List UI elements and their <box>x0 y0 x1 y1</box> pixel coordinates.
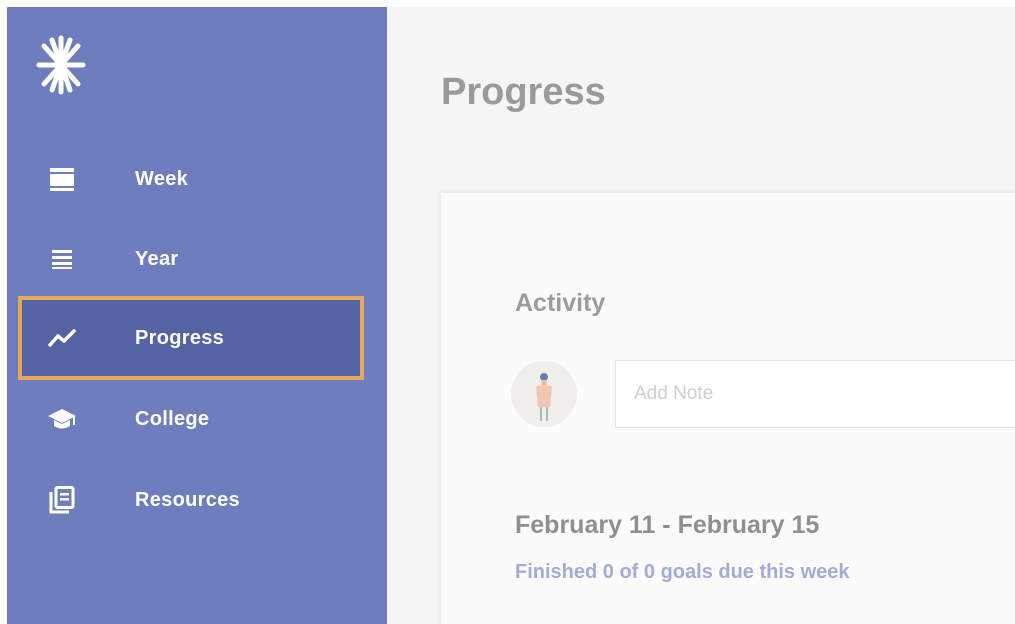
week-icon <box>47 164 77 194</box>
sidebar-item-year[interactable]: Year <box>7 219 387 299</box>
sidebar-item-label: Progress <box>135 326 225 349</box>
week-range-heading: February 11 - February 15 <box>515 511 820 539</box>
sidebar-item-label: Year <box>135 247 179 270</box>
sidebar-item-label: College <box>135 407 210 430</box>
sidebar-item-week[interactable]: Week <box>7 139 387 219</box>
avatar <box>511 361 577 427</box>
sidebar-item-label: Week <box>135 167 189 190</box>
activity-card: Activity February 11 - February 15 Finis… <box>441 193 1015 624</box>
sidebar: Week Year Progress College Resources <box>7 7 387 624</box>
page-title: Progress <box>441 71 606 113</box>
sidebar-item-label: Resources <box>135 488 240 511</box>
app-window: Week Year Progress College Resources Pro… <box>7 7 1015 624</box>
asterisk-logo-icon[interactable] <box>33 32 89 98</box>
add-note-input[interactable] <box>615 360 1015 428</box>
document-stack-icon <box>47 485 77 515</box>
sidebar-item-resources[interactable]: Resources <box>7 460 387 540</box>
trend-line-icon <box>47 323 77 353</box>
main-content: Progress Activity February 11 - February… <box>387 7 1015 624</box>
activity-title: Activity <box>515 289 606 317</box>
graduation-cap-icon <box>47 404 77 434</box>
list-icon <box>47 244 77 274</box>
sidebar-item-progress[interactable]: Progress <box>18 296 364 380</box>
week-goals-summary: Finished 0 of 0 goals due this week <box>515 561 850 583</box>
sidebar-item-college[interactable]: College <box>7 379 387 459</box>
